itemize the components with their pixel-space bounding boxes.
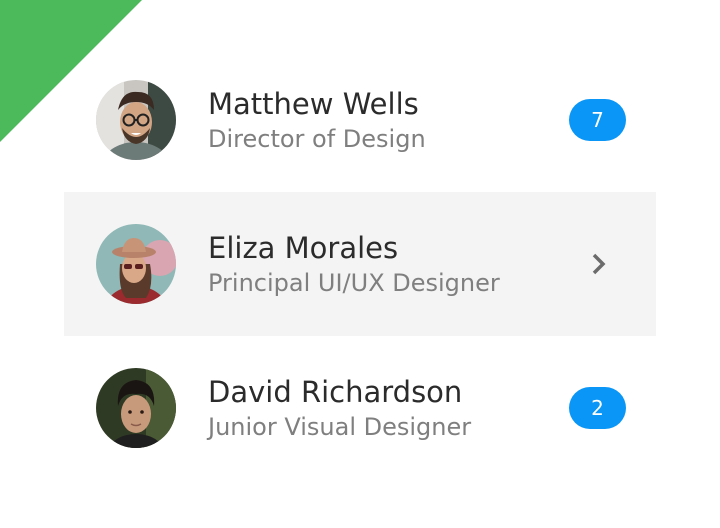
avatar bbox=[96, 224, 176, 304]
contact-name: Matthew Wells bbox=[208, 87, 419, 121]
chevron-right-icon[interactable] bbox=[588, 252, 608, 276]
avatar-woman-hat-icon bbox=[96, 224, 176, 304]
contact-text: David Richardson Junior Visual Designer bbox=[208, 374, 471, 444]
avatar-young-man-icon bbox=[96, 368, 176, 448]
avatar bbox=[96, 80, 176, 160]
contact-title: Junior Visual Designer bbox=[208, 413, 472, 441]
avatar-man-glasses-icon bbox=[96, 80, 176, 160]
contact-title: Principal UI/UX Designer bbox=[208, 269, 500, 297]
contact-text: Matthew Wells Director of Design bbox=[208, 86, 426, 156]
notification-badge: 7 bbox=[569, 99, 626, 141]
contact-name: Eliza Morales bbox=[208, 231, 399, 265]
contact-row-david-richardson[interactable]: David Richardson Junior Visual Designer … bbox=[64, 336, 656, 480]
page: Matthew Wells Director of Design 7 Eliza… bbox=[0, 0, 720, 528]
notification-badge: 2 bbox=[569, 387, 626, 429]
avatar bbox=[96, 368, 176, 448]
contact-list: Matthew Wells Director of Design 7 Eliza… bbox=[64, 48, 656, 480]
contact-text: Eliza Morales Principal UI/UX Designer bbox=[208, 230, 500, 300]
contact-row-eliza-morales[interactable]: Eliza Morales Principal UI/UX Designer bbox=[64, 192, 656, 336]
contact-name: David Richardson bbox=[208, 375, 463, 409]
contact-row-matthew-wells[interactable]: Matthew Wells Director of Design 7 bbox=[64, 48, 656, 192]
contact-title: Director of Design bbox=[208, 125, 426, 153]
